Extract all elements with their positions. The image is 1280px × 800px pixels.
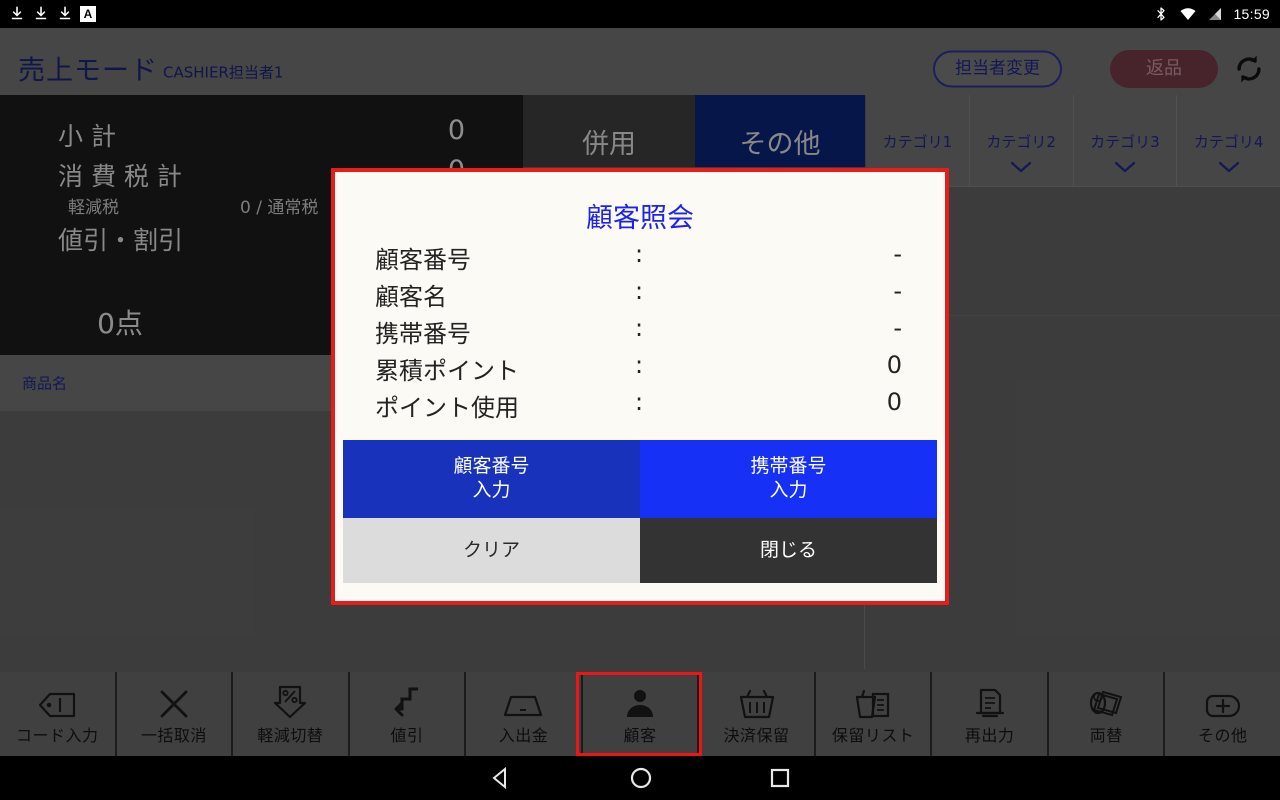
triangle-back-icon[interactable] <box>488 765 514 791</box>
field-colon: : <box>635 240 644 268</box>
field-value: 0 <box>886 388 902 416</box>
android-nav-bar <box>0 756 1280 800</box>
field-colon: : <box>635 314 644 342</box>
dialog-row: ポイント使用 : 0 <box>335 388 945 425</box>
download-icon <box>59 6 71 20</box>
status-bar-right-icons: 15:59 <box>1152 0 1270 28</box>
bluetooth-icon <box>1157 7 1166 21</box>
app-screen: A 15:59 売上モード CASHIER担当者1 担当者変更 返品 小 計 0… <box>0 0 1280 800</box>
field-value: - <box>893 240 902 268</box>
signal-icon <box>1209 8 1222 20</box>
field-label: 累積ポイント <box>375 357 519 385</box>
circle-home-icon[interactable] <box>628 765 654 791</box>
download-icon <box>35 6 47 20</box>
dialog-button-row-secondary: クリア 閉じる <box>343 518 937 583</box>
dialog-button-row-primary: 顧客番号 入力 携帯番号 入力 <box>343 440 937 518</box>
button-label-line2: 入力 <box>472 479 511 501</box>
status-bar-left-icons: A <box>8 0 96 28</box>
dialog-title: 顧客照会 <box>586 203 694 234</box>
dialog-row: 累積ポイント : 0 <box>335 351 945 388</box>
field-label: 携帯番号 <box>375 320 471 348</box>
close-button[interactable]: 閉じる <box>640 518 937 583</box>
a-badge-icon: A <box>80 6 96 22</box>
mobile-no-input-button[interactable]: 携帯番号 入力 <box>640 440 937 518</box>
dialog-row: 携帯番号 : - <box>335 314 945 351</box>
android-status-bar: A 15:59 <box>0 0 1280 28</box>
dialog-button-area: 顧客番号 入力 携帯番号 入力 クリア 閉じる <box>343 440 937 583</box>
field-colon: : <box>635 351 644 379</box>
customer-no-input-button[interactable]: 顧客番号 入力 <box>343 440 640 518</box>
dialog-field-list: 顧客番号 : - 顧客名 : - 携帯番号 : - 累積ポイント : 0 ポイン… <box>335 240 945 425</box>
field-value: 0 <box>886 351 902 379</box>
field-value: - <box>893 277 902 305</box>
field-colon: : <box>635 388 644 416</box>
field-colon: : <box>635 277 644 305</box>
wifi-icon <box>1180 8 1196 20</box>
download-icon <box>11 6 23 20</box>
field-value: - <box>893 314 902 342</box>
square-recents-icon[interactable] <box>768 766 792 790</box>
dialog-row: 顧客番号 : - <box>335 240 945 277</box>
button-label-line2: 入力 <box>769 479 808 501</box>
button-label-line1: 顧客番号 <box>453 455 530 478</box>
field-label: 顧客番号 <box>375 246 471 274</box>
dialog-row: 顧客名 : - <box>335 277 945 314</box>
customer-lookup-dialog: 顧客照会 顧客番号 : - 顧客名 : - 携帯番号 : - 累積ポイント : … <box>331 168 949 605</box>
field-label: ポイント使用 <box>375 394 519 422</box>
field-label: 顧客名 <box>375 283 447 311</box>
button-label-line1: 携帯番号 <box>750 455 827 478</box>
status-bar-clock: 15:59 <box>1233 6 1270 22</box>
clear-button[interactable]: クリア <box>343 518 640 583</box>
